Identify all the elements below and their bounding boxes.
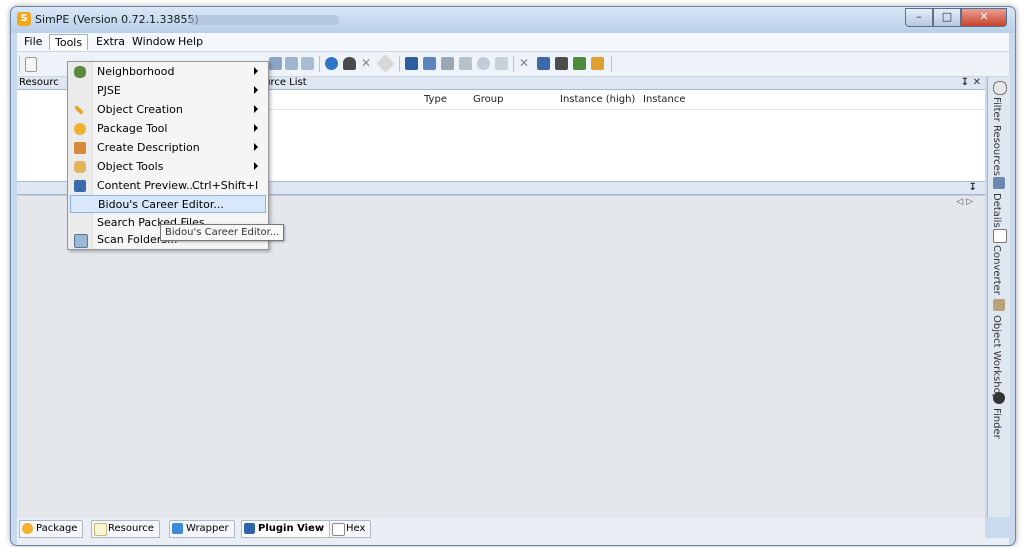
refresh-icon[interactable] <box>325 57 338 70</box>
new-file-icon[interactable] <box>25 57 37 72</box>
menu-item-create-description[interactable]: Create Description <box>70 139 266 157</box>
eraser-icon[interactable] <box>376 54 395 73</box>
workshop-icon <box>993 299 1005 311</box>
submenu-arrow-icon <box>254 162 258 170</box>
toolbar-tool-icon[interactable] <box>301 57 314 70</box>
menu-item-bidous-career-editor[interactable]: Bidou's Career Editor... <box>70 195 266 213</box>
window-controls: – □ ✕ <box>905 8 1007 27</box>
submenu-arrow-icon <box>254 105 258 113</box>
submenu-arrow-icon <box>254 86 258 94</box>
preview-icon <box>74 180 86 192</box>
minimize-button[interactable]: – <box>905 8 933 27</box>
toolbar-overflow[interactable] <box>611 56 612 72</box>
column-instance[interactable]: Instance <box>643 91 686 109</box>
toolbar-separator <box>399 56 400 72</box>
menu-help[interactable]: Help <box>173 34 208 49</box>
tab-wrapper[interactable]: Wrapper <box>169 520 235 538</box>
close-button[interactable]: ✕ <box>961 8 1007 27</box>
maximize-button[interactable]: □ <box>933 8 961 27</box>
resource-icon <box>94 523 107 536</box>
binoculars-icon <box>993 392 1005 404</box>
plugin-icon[interactable] <box>537 57 550 70</box>
tab-resource[interactable]: Resource <box>91 520 160 538</box>
resource-tree-header: Resourc <box>17 77 71 90</box>
blurred-title-suffix <box>189 15 339 25</box>
search-icon <box>993 81 1007 95</box>
tooltip: Bidou's Career Editor... <box>160 224 285 241</box>
package-icon <box>22 523 33 534</box>
submenu-arrow-icon <box>254 67 258 75</box>
toolbar-tool-icon[interactable] <box>269 57 282 70</box>
user-icon[interactable] <box>343 57 356 70</box>
status-bar <box>17 538 1009 545</box>
neighborhood-icon <box>74 66 86 78</box>
menu-item-object-tools[interactable]: Object Tools <box>70 158 266 176</box>
menu-item-neighborhood[interactable]: Neighborhood <box>70 63 266 81</box>
bottom-tab-bar: Package Resource Wrapper Plugin View Hex <box>17 518 985 538</box>
menu-item-content-preview[interactable]: Content Preview... Ctrl+Shift+I <box>70 177 266 195</box>
shortcut-label: Ctrl+Shift+I <box>192 179 259 192</box>
tools-icon[interactable]: ✕ <box>519 57 532 70</box>
app-window: S SimPE (Version 0.72.1.33855) – □ ✕ Fil… <box>10 6 1016 546</box>
menu-item-package-tool[interactable]: Package Tool <box>70 120 266 138</box>
resource-list-header: ource List ↧ ✕ <box>254 77 985 90</box>
save-icon[interactable] <box>405 57 418 70</box>
description-icon <box>74 142 86 154</box>
tab-plugin-view[interactable]: Plugin View <box>241 520 331 538</box>
column-type[interactable]: Type <box>424 91 447 109</box>
menu-item-object-creation[interactable]: Object Creation <box>70 101 266 119</box>
pin-icon[interactable]: ↧ <box>969 182 977 194</box>
menu-bar: File Tools Extra Window Help <box>17 33 1009 52</box>
submenu-arrow-icon <box>254 124 258 132</box>
export-icon[interactable] <box>423 57 436 70</box>
window-title: SimPE (Version 0.72.1.33855) <box>35 13 199 26</box>
title-bar[interactable]: S SimPE (Version 0.72.1.33855) – □ ✕ <box>11 7 1015 33</box>
link-icon[interactable] <box>441 57 454 70</box>
hex-icon <box>332 523 345 536</box>
menu-item-pjse[interactable]: PJSE <box>70 82 266 100</box>
column-instance-high[interactable]: Instance (high) <box>560 91 635 109</box>
resource-list-pin-close[interactable]: ↧ ✕ <box>961 77 981 89</box>
toolbar-separator <box>319 56 320 72</box>
column-divider <box>254 109 985 110</box>
sim-icon[interactable] <box>591 57 604 70</box>
simpe-logo-icon: S <box>17 12 31 26</box>
people-icon[interactable] <box>573 57 586 70</box>
menu-file[interactable]: File <box>19 34 47 49</box>
tools-dropdown-menu: Neighborhood PJSE Object Creation Packag… <box>67 61 269 250</box>
wand-icon <box>74 105 84 115</box>
package-icon <box>74 123 86 135</box>
tab-package[interactable]: Package <box>19 520 84 538</box>
column-group[interactable]: Group <box>473 91 503 109</box>
side-dock: Filter Resources Details Converter Objec… <box>987 77 1010 517</box>
panel-nav-arrows[interactable]: ◁ ▷ <box>956 197 973 207</box>
image-icon[interactable] <box>555 57 568 70</box>
list-icon[interactable] <box>495 57 508 70</box>
tab-hex[interactable]: Hex <box>329 520 372 538</box>
toolbar-tool-icon[interactable] <box>285 57 298 70</box>
toolbar-separator <box>513 56 514 72</box>
gear-icon[interactable] <box>477 57 490 70</box>
menu-extra[interactable]: Extra <box>91 34 130 49</box>
converter-icon <box>993 229 1007 243</box>
grid-icon[interactable] <box>459 57 472 70</box>
submenu-arrow-icon <box>254 143 258 151</box>
wrapper-icon <box>172 523 183 534</box>
scan-folders-icon <box>74 234 88 248</box>
delete-icon[interactable]: ✕ <box>361 57 374 70</box>
plugin-view-icon <box>244 523 255 534</box>
object-tools-icon <box>74 161 86 173</box>
menu-tools[interactable]: Tools <box>49 34 89 50</box>
toolbar-grip <box>19 56 20 72</box>
details-icon <box>993 177 1005 189</box>
